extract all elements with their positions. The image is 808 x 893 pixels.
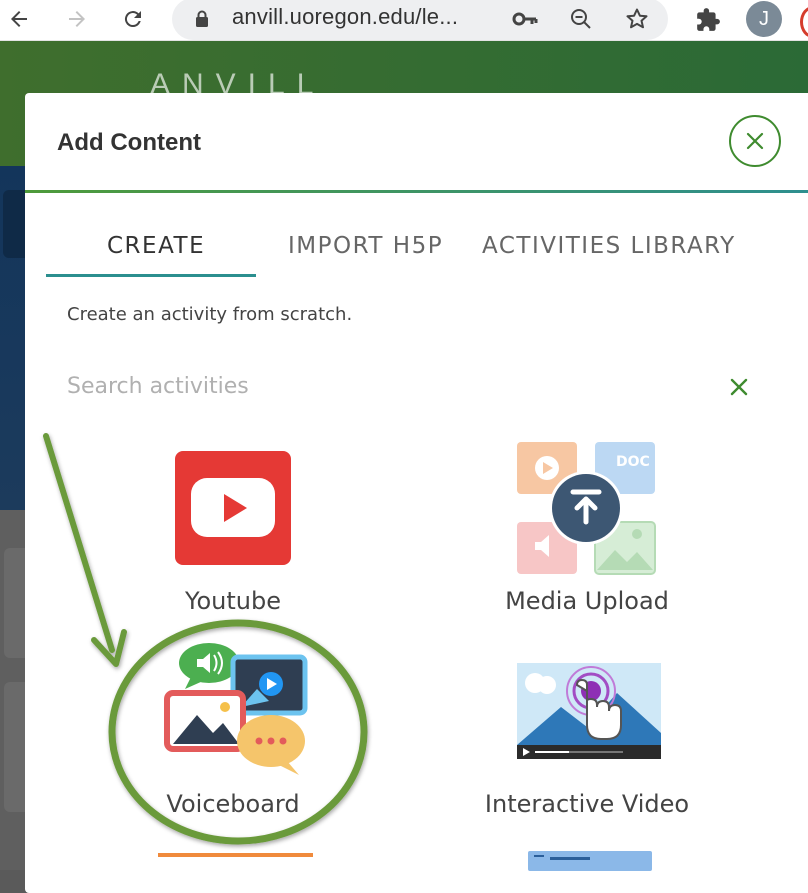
- notification-icon: [800, 6, 808, 38]
- activity-youtube[interactable]: Youtube: [83, 443, 383, 623]
- activity-media-upload[interactable]: DOC Media Upload: [437, 438, 737, 623]
- forward-button[interactable]: [60, 2, 94, 36]
- activity-label: Interactive Video: [484, 790, 690, 818]
- activity-label: Media Upload: [505, 587, 669, 615]
- browser-toolbar: anvill.uoregon.edu/le... J: [0, 0, 808, 41]
- interactive-video-icon: [517, 663, 661, 759]
- create-description: Create an activity from scratch.: [67, 304, 353, 325]
- close-button[interactable]: [729, 115, 781, 167]
- activity-label: Voiceboard: [166, 790, 300, 818]
- active-tab-indicator: [46, 274, 256, 277]
- address-bar[interactable]: anvill.uoregon.edu/le...: [172, 0, 668, 40]
- search-input[interactable]: [65, 365, 709, 407]
- lock-icon: [196, 10, 208, 27]
- extensions-icon[interactable]: [692, 4, 724, 36]
- tab-create[interactable]: CREATE: [107, 233, 205, 259]
- activity-next-left-partial[interactable]: [158, 853, 313, 869]
- tab-activities-library[interactable]: ACTIVITIES LIBRARY: [482, 233, 736, 259]
- header-divider: [25, 190, 808, 193]
- voiceboard-icon: [164, 643, 308, 775]
- reload-button[interactable]: [116, 2, 150, 36]
- forward-icon: [69, 11, 85, 27]
- profile-avatar[interactable]: J: [746, 1, 782, 37]
- add-content-modal: Add Content CREATE IMPORT H5P ACTIVITIES…: [25, 93, 808, 893]
- close-icon: [746, 132, 764, 150]
- back-button[interactable]: [2, 2, 36, 36]
- url-text: anvill.uoregon.edu/le...: [232, 4, 459, 29]
- modal-title: Add Content: [57, 129, 201, 156]
- back-icon: [11, 11, 27, 27]
- tab-import-h5p[interactable]: IMPORT H5P: [288, 233, 443, 259]
- zoom-icon[interactable]: [566, 4, 596, 34]
- activity-voiceboard[interactable]: Voiceboard: [83, 641, 383, 826]
- activity-label: Youtube: [185, 587, 281, 615]
- doc-badge: DOC: [616, 454, 650, 470]
- star-icon[interactable]: [622, 4, 652, 34]
- clear-icon: [730, 378, 748, 396]
- activity-interactive-video[interactable]: Interactive Video: [437, 659, 737, 826]
- clear-search-button[interactable]: [725, 373, 753, 401]
- reload-icon: [124, 11, 141, 28]
- activity-next-right-partial[interactable]: [528, 851, 652, 871]
- youtube-icon: [175, 451, 291, 565]
- key-icon[interactable]: [510, 4, 540, 34]
